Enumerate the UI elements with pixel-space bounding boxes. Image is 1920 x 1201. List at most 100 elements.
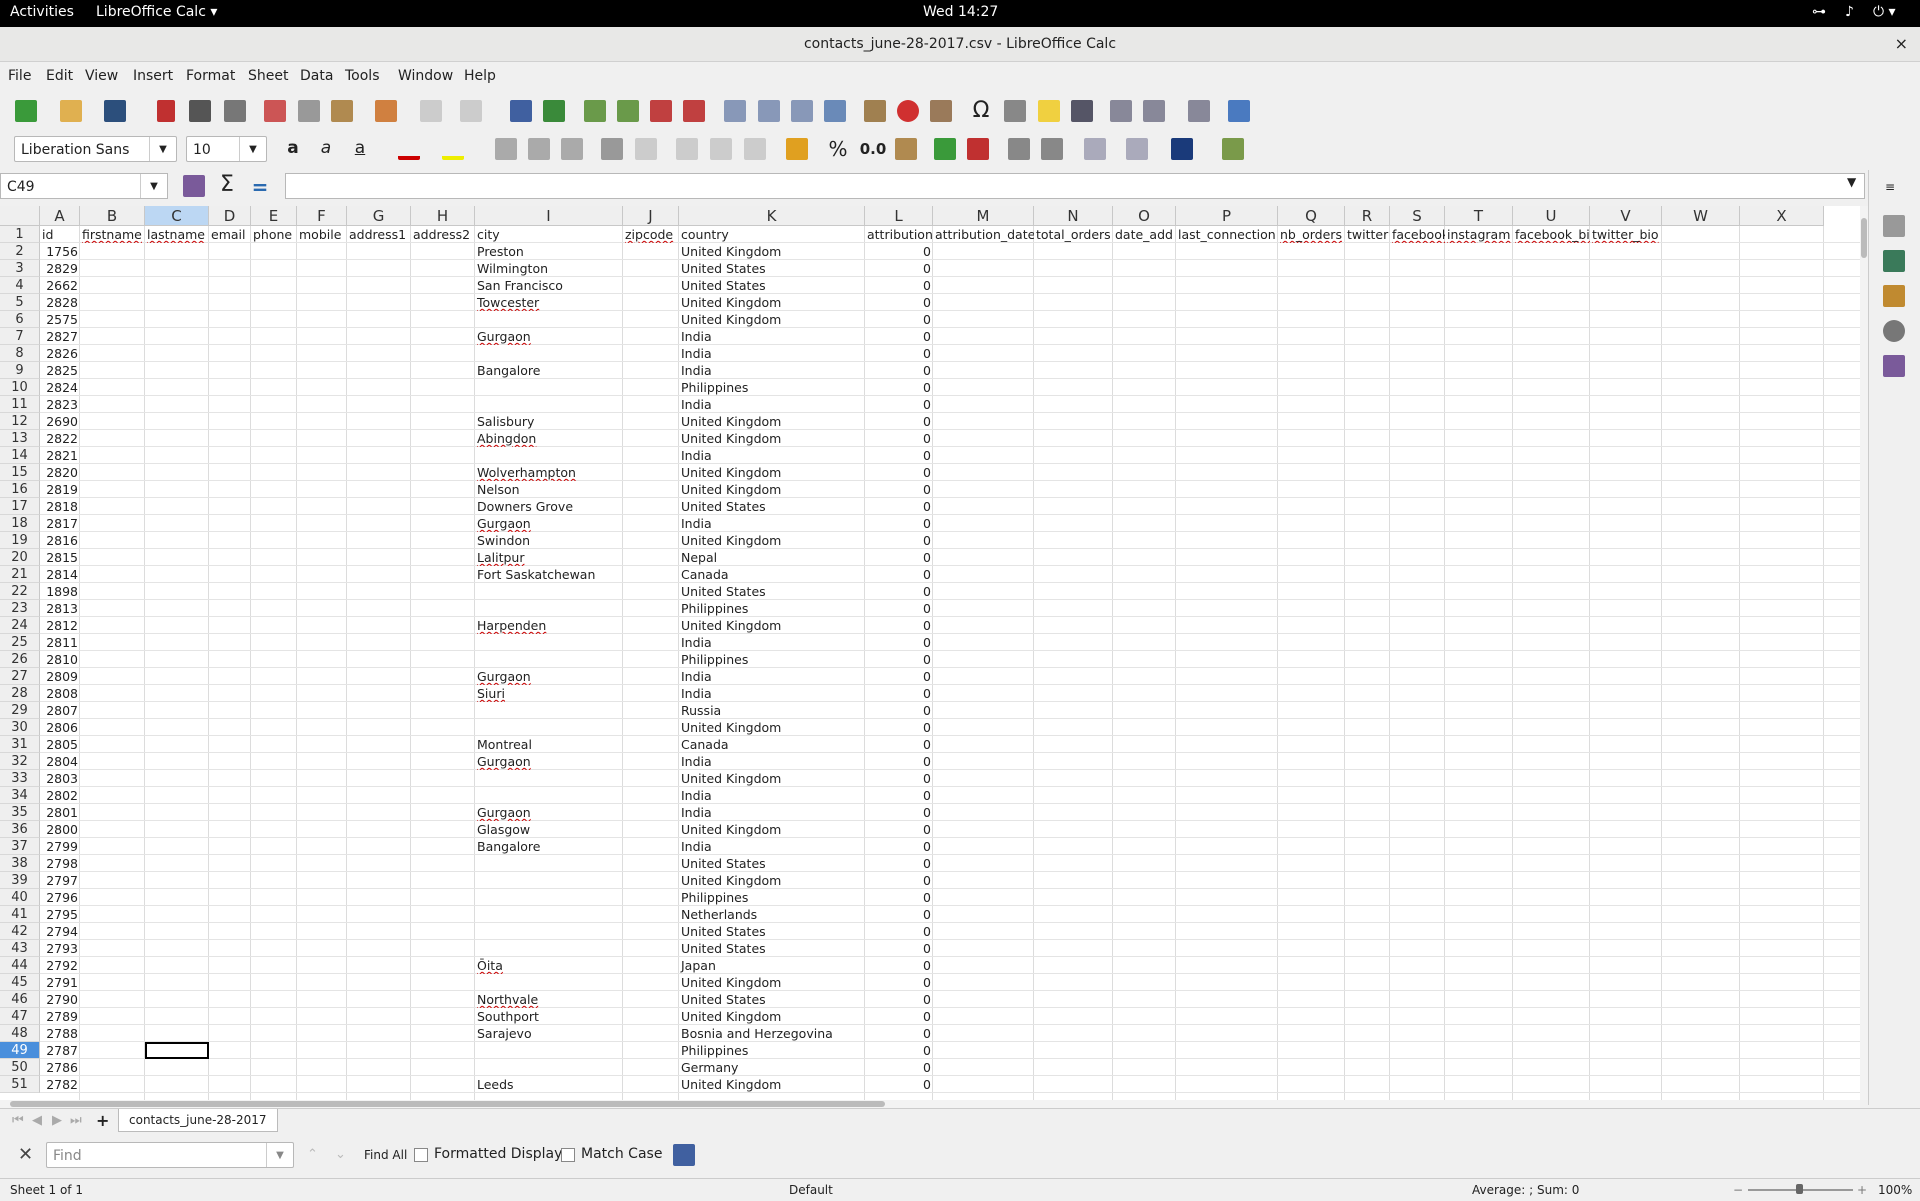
row-header-31[interactable]: 31 <box>0 736 40 753</box>
menu-view[interactable]: View <box>85 68 118 84</box>
cell-l49[interactable]: 0 <box>865 1042 933 1059</box>
cell-q1[interactable]: nb_orders <box>1278 226 1345 243</box>
cell-k51[interactable]: United Kingdom <box>679 1076 865 1093</box>
insert-chart-icon[interactable] <box>897 100 919 122</box>
menu-window[interactable]: Window <box>398 68 453 84</box>
cell-k30[interactable]: United Kingdom <box>679 719 865 736</box>
cell-k32[interactable]: India <box>679 753 865 770</box>
column-header-b[interactable]: B <box>80 206 145 226</box>
cell-k24[interactable]: United Kingdom <box>679 617 865 634</box>
cell-a15[interactable]: 2820 <box>40 464 80 481</box>
align-right-icon[interactable] <box>561 138 583 160</box>
cell-l44[interactable]: 0 <box>865 957 933 974</box>
cell-k29[interactable]: Russia <box>679 702 865 719</box>
cell-a18[interactable]: 2817 <box>40 515 80 532</box>
cell-a7[interactable]: 2827 <box>40 328 80 345</box>
spreadsheet-grid[interactable]: A B C D E F G H I J K L M N O P Q R S T U V W X 1 id firstname last… <box>0 206 1920 1100</box>
bold-icon[interactable]: a <box>282 138 304 160</box>
cell-i19[interactable]: Swindon <box>475 532 623 549</box>
cell-k28[interactable]: India <box>679 685 865 702</box>
cell-l34[interactable]: 0 <box>865 787 933 804</box>
cell-a1[interactable]: id <box>40 226 80 243</box>
delete-decimal-icon[interactable] <box>967 138 989 160</box>
borders-icon[interactable] <box>1084 138 1106 160</box>
column-header-w[interactable]: W <box>1662 206 1740 226</box>
cell-i20[interactable]: Lalitpur <box>475 549 623 566</box>
spelling-icon[interactable] <box>543 100 565 122</box>
row-header-12[interactable]: 12 <box>0 413 40 430</box>
row-header-33[interactable]: 33 <box>0 770 40 787</box>
sidebar-menu-icon[interactable]: ≡ <box>1885 180 1895 194</box>
column-header-m[interactable]: M <box>933 206 1034 226</box>
align-center-icon[interactable] <box>528 138 550 160</box>
cell-i5[interactable]: Towcester <box>475 294 623 311</box>
cell-i18[interactable]: Gurgaon <box>475 515 623 532</box>
cell-i31[interactable]: Montreal <box>475 736 623 753</box>
row-header-13[interactable]: 13 <box>0 430 40 447</box>
cell-a40[interactable]: 2796 <box>40 889 80 906</box>
row-header-3[interactable]: 3 <box>0 260 40 277</box>
row-header-2[interactable]: 2 <box>0 243 40 260</box>
cell-a43[interactable]: 2793 <box>40 940 80 957</box>
cell-a4[interactable]: 2662 <box>40 277 80 294</box>
cell-k9[interactable]: India <box>679 362 865 379</box>
cell-l27[interactable]: 0 <box>865 668 933 685</box>
row-header-32[interactable]: 32 <box>0 753 40 770</box>
comment-icon[interactable] <box>1038 100 1060 122</box>
chevron-down-icon[interactable]: ▼ <box>149 137 176 161</box>
cell-k25[interactable]: India <box>679 634 865 651</box>
cell-k49[interactable]: Philippines <box>679 1042 865 1059</box>
sort-descending-icon[interactable] <box>791 100 813 122</box>
cell-k44[interactable]: Japan <box>679 957 865 974</box>
vertical-scroll-thumb[interactable] <box>1861 218 1867 258</box>
cell-l12[interactable]: 0 <box>865 413 933 430</box>
cell-a10[interactable]: 2824 <box>40 379 80 396</box>
cell-k34[interactable]: India <box>679 787 865 804</box>
cell-a49[interactable]: 2787 <box>40 1042 80 1059</box>
insert-image-icon[interactable] <box>864 100 886 122</box>
cell-l11[interactable]: 0 <box>865 396 933 413</box>
cell-k47[interactable]: United Kingdom <box>679 1008 865 1025</box>
row-header-17[interactable]: 17 <box>0 498 40 515</box>
cell-k36[interactable]: United Kingdom <box>679 821 865 838</box>
cell-l40[interactable]: 0 <box>865 889 933 906</box>
cell-a14[interactable]: 2821 <box>40 447 80 464</box>
cell-k39[interactable]: United Kingdom <box>679 872 865 889</box>
cell-a6[interactable]: 2575 <box>40 311 80 328</box>
cell-l26[interactable]: 0 <box>865 651 933 668</box>
column-header-t[interactable]: T <box>1445 206 1513 226</box>
cell-k41[interactable]: Netherlands <box>679 906 865 923</box>
cell-a5[interactable]: 2828 <box>40 294 80 311</box>
increase-indent-icon[interactable] <box>1008 138 1030 160</box>
print-icon[interactable] <box>189 100 211 122</box>
cell-v1[interactable]: twitter_bio <box>1590 226 1662 243</box>
cell-a16[interactable]: 2819 <box>40 481 80 498</box>
cell-i3[interactable]: Wilmington <box>475 260 623 277</box>
vertical-scrollbar[interactable] <box>1860 206 1868 1100</box>
cell-i9[interactable]: Bangalore <box>475 362 623 379</box>
cell-k13[interactable]: United Kingdom <box>679 430 865 447</box>
cell-a44[interactable]: 2792 <box>40 957 80 974</box>
cell-a50[interactable]: 2786 <box>40 1059 80 1076</box>
decrease-indent-icon[interactable] <box>1041 138 1063 160</box>
first-sheet-icon[interactable]: ⏮ <box>12 1113 24 1128</box>
find-previous-icon[interactable]: ⌃ <box>307 1147 318 1162</box>
cell-i35[interactable]: Gurgaon <box>475 804 623 821</box>
add-sheet-icon[interactable]: + <box>96 1111 109 1130</box>
last-sheet-icon[interactable]: ⏭ <box>70 1113 82 1128</box>
cell-p1[interactable]: last_connection <box>1176 226 1278 243</box>
cell-k17[interactable]: United States <box>679 498 865 515</box>
clone-formatting-icon[interactable] <box>375 100 397 122</box>
open-folder-icon[interactable] <box>60 100 82 122</box>
cell-a42[interactable]: 2794 <box>40 923 80 940</box>
cell-l13[interactable]: 0 <box>865 430 933 447</box>
formula-input[interactable] <box>285 173 1865 199</box>
cell-k26[interactable]: Philippines <box>679 651 865 668</box>
cell-k23[interactable]: Philippines <box>679 600 865 617</box>
column-header-k[interactable]: K <box>679 206 865 226</box>
formatted-display-checkbox[interactable] <box>414 1148 428 1162</box>
cell-a46[interactable]: 2790 <box>40 991 80 1008</box>
row-header-28[interactable]: 28 <box>0 685 40 702</box>
cell-i24[interactable]: Harpenden <box>475 617 623 634</box>
cell-a29[interactable]: 2807 <box>40 702 80 719</box>
